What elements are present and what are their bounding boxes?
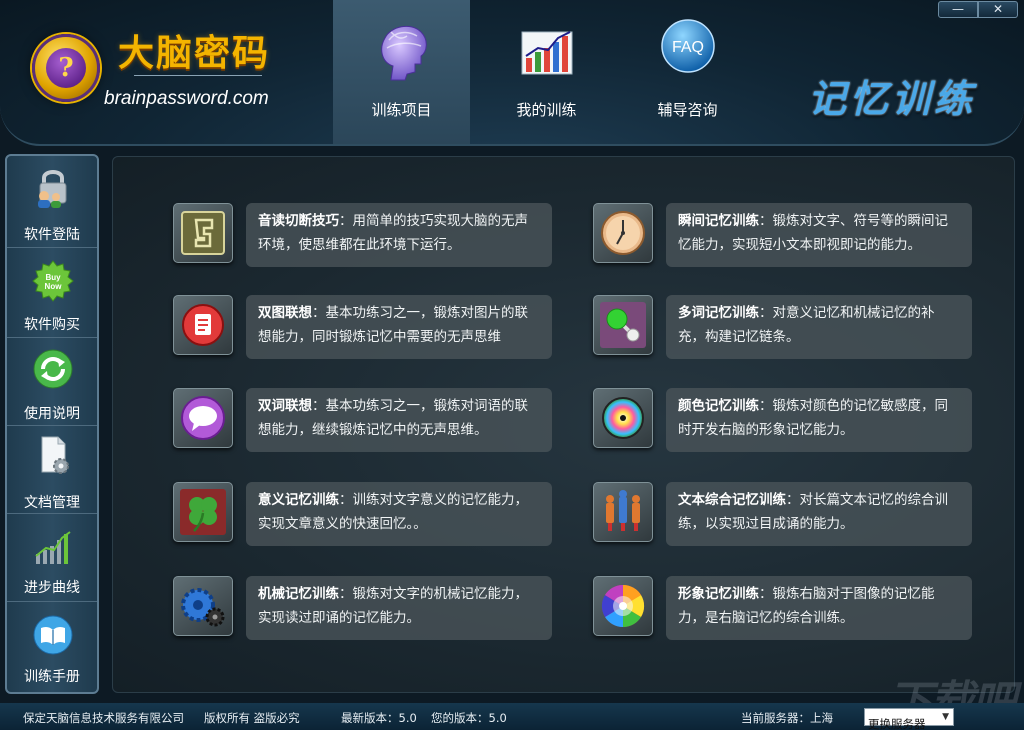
brand-url: brainpassword.com bbox=[104, 88, 269, 109]
tab-my-training[interactable]: 我的训练 bbox=[478, 0, 615, 144]
tab-label: 辅导咨询 bbox=[657, 101, 718, 119]
brain-head-icon bbox=[381, 25, 427, 81]
tab-consulting[interactable]: FAQ 辅导咨询 bbox=[619, 0, 756, 144]
current-server: 当前服务器：上海 bbox=[741, 711, 833, 725]
card-icon-frame bbox=[593, 482, 653, 542]
card-description: 机械记忆训练：锻炼对文字的机械记忆能力，实现读过即诵的记忆能力。 bbox=[246, 576, 552, 640]
status-bar: 保定天脑信息技术服务有限公司 版权所有 盗版必究 最新版本：5.0 您的版本：5… bbox=[0, 703, 1024, 730]
card-description: 双图联想：基本功练习之一，锻炼对图片的联想能力，同时锻炼记忆中需要的无声思维 bbox=[246, 295, 552, 359]
chevron-down-icon: ▼ bbox=[942, 712, 949, 722]
clover-icon bbox=[180, 489, 226, 535]
app-header: ? 大脑密码 brainpassword.com 训练项目 我的训练 FAQ 辅… bbox=[0, 0, 1024, 146]
card-icon-frame bbox=[173, 482, 233, 542]
molecule-icon bbox=[600, 302, 646, 348]
card-title: 双词联想 bbox=[258, 398, 312, 414]
lock-users-icon bbox=[38, 170, 67, 208]
card-icon-frame bbox=[593, 203, 653, 263]
color-wheel-icon bbox=[601, 584, 645, 628]
card-description: 文本综合记忆训练：对长篇文本记忆的综合训练，以实现过目成诵的能力。 bbox=[666, 482, 972, 546]
buy-now-icon: Buy Now bbox=[32, 260, 74, 302]
latest-version: 最新版本：5.0 bbox=[341, 711, 417, 725]
card-title: 颜色记忆训练 bbox=[678, 398, 759, 414]
tab-label: 我的训练 bbox=[516, 101, 577, 119]
gears-icon bbox=[181, 588, 225, 627]
card-icon-frame bbox=[173, 576, 233, 636]
card-title: 文本综合记忆训练 bbox=[678, 492, 786, 508]
sidebar-item-instructions[interactable]: 使用说明 bbox=[7, 338, 97, 426]
card-title: 瞬间记忆训练 bbox=[678, 213, 759, 229]
training-panel: 音读切断技巧：用简单的技巧实现大脑的无声环境，使思维都在此环境下运行。 瞬间记忆… bbox=[112, 156, 1015, 693]
progress-chart-icon bbox=[35, 531, 71, 564]
sidebar-item-login[interactable]: 软件登陆 bbox=[7, 156, 97, 248]
sidebar-item-label: 软件购买 bbox=[24, 317, 80, 333]
sidebar-item-label: 文档管理 bbox=[24, 495, 80, 511]
card-description: 音读切断技巧：用简单的技巧实现大脑的无声环境，使思维都在此环境下运行。 bbox=[246, 203, 552, 267]
server-select[interactable]: 更换服务器 ▼ bbox=[864, 708, 954, 730]
sidebar-item-progress[interactable]: 进步曲线 bbox=[7, 514, 97, 602]
sidebar-item-purchase[interactable]: Buy Now 软件购买 bbox=[7, 248, 97, 338]
sidebar-item-manual[interactable]: 训练手册 bbox=[7, 602, 97, 692]
card-title: 机械记忆训练 bbox=[258, 586, 339, 602]
card-description: 意义记忆训练：训练对文字意义的记忆能力，实现文章意义的快速回忆。。 bbox=[246, 482, 552, 546]
company-name: 保定天脑信息技术服务有限公司 bbox=[23, 711, 184, 725]
card-icon-frame bbox=[593, 388, 653, 448]
brand-title: 大脑密码 bbox=[118, 33, 271, 74]
card-title: 多词记忆训练 bbox=[678, 305, 759, 321]
color-disc-icon bbox=[602, 397, 644, 439]
faq-icon: FAQ bbox=[661, 19, 715, 73]
minimize-button[interactable]: — bbox=[938, 1, 978, 18]
sidebar-item-label: 训练手册 bbox=[24, 669, 80, 685]
refresh-icon bbox=[33, 349, 73, 389]
card-icon-frame bbox=[173, 203, 233, 263]
card-title: 双图联想 bbox=[258, 305, 312, 321]
bar-chart-icon bbox=[521, 31, 573, 75]
book-icon bbox=[33, 615, 73, 655]
sidebar-item-documents[interactable]: 文档管理 bbox=[7, 426, 97, 514]
section-title: 记忆训练 bbox=[808, 77, 977, 121]
svg-text:Buy: Buy bbox=[45, 273, 61, 282]
faq-icon-text: FAQ bbox=[672, 39, 704, 56]
svg-text:Now: Now bbox=[45, 282, 63, 291]
card-icon-frame bbox=[593, 576, 653, 636]
brand-divider bbox=[134, 75, 262, 76]
server-select-value: 更换服务器 bbox=[868, 717, 926, 730]
clock-icon bbox=[601, 211, 645, 255]
card-description: 颜色记忆训练：锻炼对颜色的记忆敏感度，同时开发右脑的形象记忆能力。 bbox=[666, 388, 972, 452]
sidebar: 软件登陆 Buy Now 软件购买 使用说明 文档管理 进步曲线 训练手册 bbox=[5, 154, 99, 694]
brand-logo-glyph: ? bbox=[46, 48, 86, 88]
card-description: 双词联想：基本功练习之一，锻炼对词语的联想能力，继续锻炼记忆中的无声思维。 bbox=[246, 388, 552, 452]
speech-bubble-icon bbox=[181, 396, 225, 440]
card-title: 形象记忆训练 bbox=[678, 586, 759, 602]
ear-symbol-icon bbox=[181, 211, 225, 255]
tab-training-items[interactable]: 训练项目 bbox=[333, 0, 470, 144]
card-description: 瞬间记忆训练：锻炼对文字、符号等的瞬间记忆能力，实现短小文本即视即记的能力。 bbox=[666, 203, 972, 267]
card-icon-frame bbox=[173, 388, 233, 448]
sidebar-item-label: 进步曲线 bbox=[24, 580, 80, 596]
brand-logo-icon: ? bbox=[32, 34, 100, 102]
sidebar-item-label: 使用说明 bbox=[24, 406, 80, 422]
document-gear-icon bbox=[41, 436, 69, 474]
tab-label: 训练项目 bbox=[371, 101, 432, 119]
card-icon-frame bbox=[173, 295, 233, 355]
card-icon-frame bbox=[593, 295, 653, 355]
close-button[interactable]: ✕ bbox=[978, 1, 1018, 18]
robot-figures-icon bbox=[606, 490, 640, 531]
sidebar-item-label: 软件登陆 bbox=[24, 227, 80, 243]
card-description: 多词记忆训练：对意义记忆和机械记忆的补充，构建记忆链条。 bbox=[666, 295, 972, 359]
your-version: 您的版本：5.0 bbox=[431, 711, 507, 725]
card-title: 意义记忆训练 bbox=[258, 492, 339, 508]
card-title: 音读切断技巧 bbox=[258, 213, 339, 229]
red-notebook-icon bbox=[182, 304, 224, 346]
copyright-text: 版权所有 盗版必究 bbox=[204, 711, 300, 725]
card-description: 形象记忆训练：锻炼右脑对于图像的记忆能力，是右脑记忆的综合训练。 bbox=[666, 576, 972, 640]
